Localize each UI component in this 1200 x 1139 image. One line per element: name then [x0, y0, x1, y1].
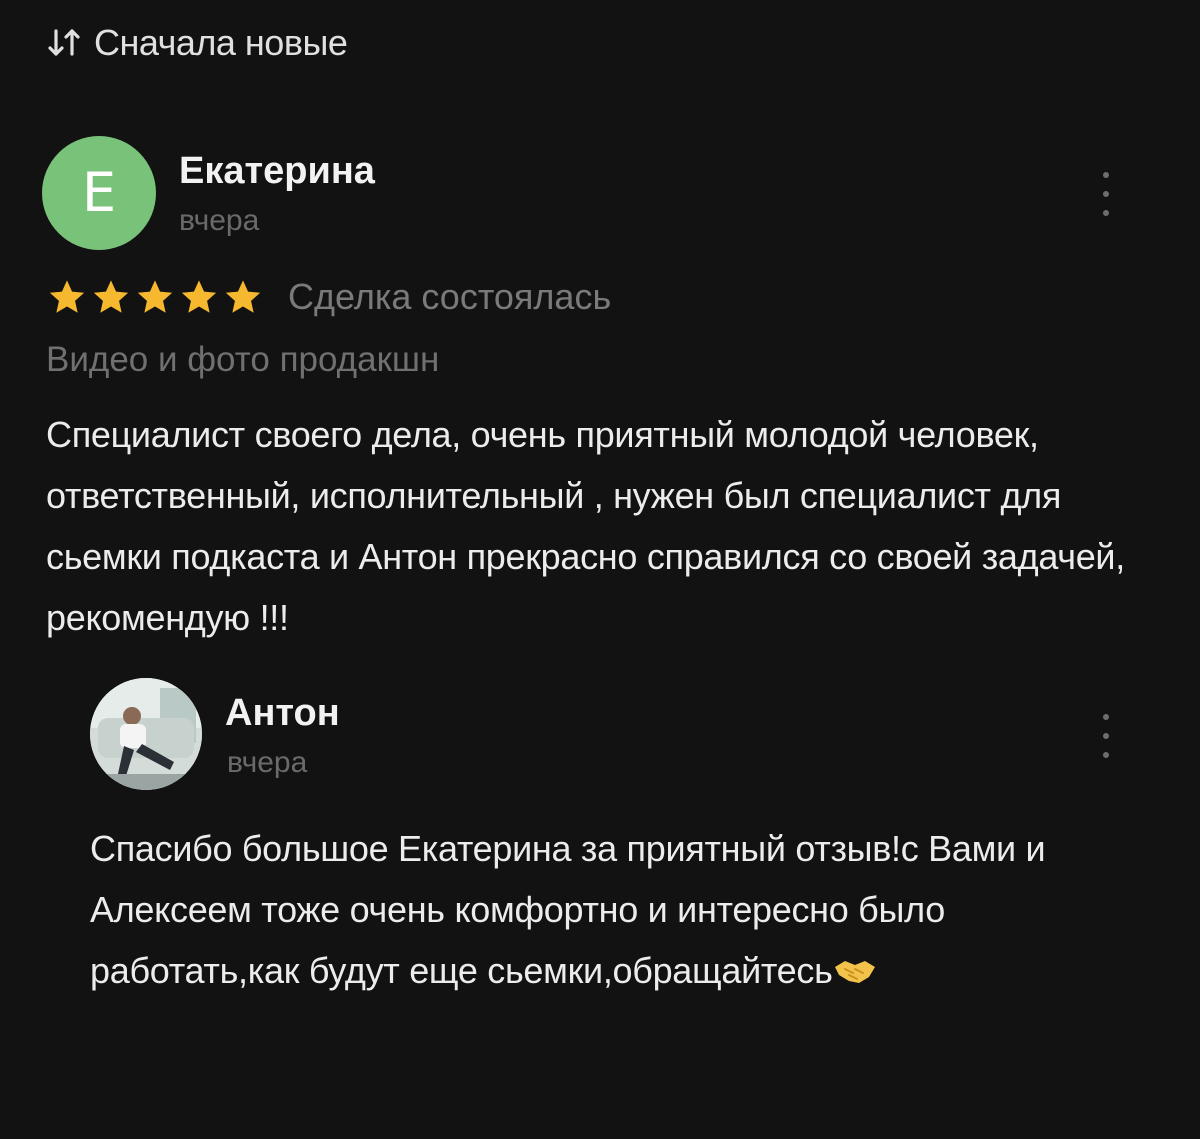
handshake-icon — [834, 961, 875, 983]
star-icon — [93, 280, 129, 313]
rating-row: Сделка состоялась — [46, 276, 611, 318]
review-header: Е Екатерина вчера — [42, 136, 1142, 252]
dot-icon — [1103, 210, 1109, 216]
dot-icon — [1103, 191, 1109, 197]
sort-arrows-icon — [48, 29, 80, 56]
reply-more-menu-button[interactable] — [1096, 714, 1116, 758]
review-text: Специалист своего дела, очень приятный м… — [46, 414, 1125, 638]
dot-icon — [1103, 752, 1109, 758]
review-more-menu-button[interactable] — [1096, 172, 1116, 216]
review-date: вчера — [179, 204, 260, 237]
dot-icon — [1103, 733, 1109, 739]
star-rating — [46, 276, 264, 318]
dot-icon — [1103, 714, 1109, 720]
deal-status: Сделка состоялась — [288, 276, 612, 317]
reply-author-name[interactable]: Антон — [225, 692, 340, 735]
star-icon — [225, 280, 261, 313]
avatar-photo-icon — [90, 678, 202, 790]
avatar[interactable]: Е — [42, 136, 156, 250]
reply-date: вчера — [227, 746, 308, 779]
reply-text: Спасибо большое Екатерина за приятный от… — [90, 818, 1130, 1001]
reply-header: Антон вчера — [90, 678, 1090, 794]
sort-label: Сначала новые — [94, 22, 348, 63]
reply-text-body: Спасибо большое Екатерина за приятный от… — [90, 828, 1046, 991]
star-icon — [137, 280, 173, 313]
review-author-name[interactable]: Екатерина — [179, 150, 375, 193]
star-icon — [49, 280, 85, 313]
dot-icon — [1103, 172, 1109, 178]
avatar[interactable] — [90, 678, 202, 790]
sort-selector[interactable]: Сначала новые — [46, 22, 348, 64]
service-category: Видео и фото продакшн — [46, 340, 440, 379]
star-icon — [181, 280, 217, 313]
